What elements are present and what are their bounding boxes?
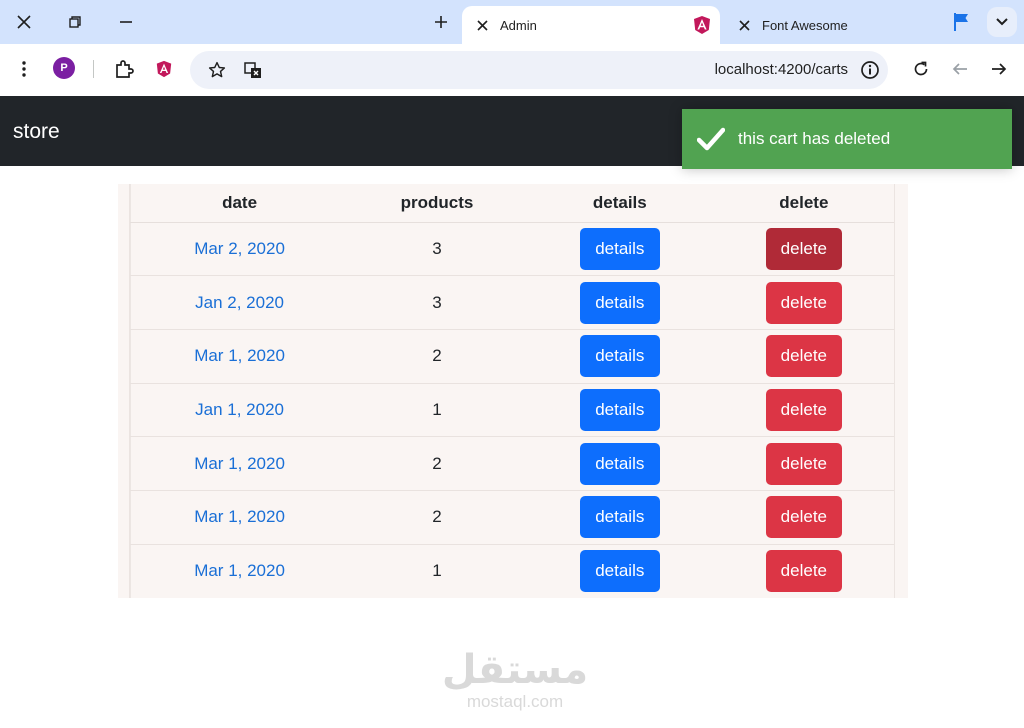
header-details: details	[525, 184, 714, 223]
delete-button[interactable]: delete	[765, 550, 842, 593]
details-button[interactable]: details	[579, 388, 660, 431]
window-restore-icon[interactable]	[61, 8, 89, 36]
window-close-icon[interactable]	[10, 8, 38, 36]
toolbar-divider	[93, 60, 94, 78]
table-right-border	[894, 184, 895, 598]
watermark-latin: mostaql.com	[466, 692, 564, 711]
mostaql-watermark: مستقل mostaql.com	[440, 648, 590, 712]
products-count-cell: 3	[348, 275, 526, 330]
more-vertical-icon[interactable]	[11, 56, 37, 82]
table-row: Mar 1, 2020 2 details delete	[130, 328, 895, 384]
date-cell: Mar 1, 2020	[130, 489, 349, 545]
angular-extension-icon[interactable]	[151, 56, 177, 82]
date-cell: Jan 1, 2020	[130, 382, 349, 437]
products-count-cell: 2	[348, 328, 526, 384]
table-row: Mar 1, 2020 2 details delete	[130, 489, 895, 545]
site-info-icon[interactable]	[860, 60, 880, 80]
products-count-cell: 3	[348, 221, 526, 276]
tab-title: Admin	[500, 17, 537, 33]
table-row: Jan 1, 2020 1 details delete	[130, 382, 895, 437]
details-cell: details	[525, 382, 714, 437]
details-button[interactable]: details	[579, 335, 660, 378]
products-count-cell: 2	[348, 489, 526, 545]
header-delete: delete	[713, 184, 895, 223]
watermark-arabic: مستقل	[441, 647, 589, 693]
date-cell: Mar 2, 2020	[130, 221, 349, 276]
products-count-cell: 1	[348, 543, 526, 598]
table-row: Mar 1, 2020 1 details delete	[130, 543, 895, 598]
details-button[interactable]: details	[579, 550, 660, 593]
delete-button[interactable]: delete	[765, 496, 842, 539]
table-row: Mar 2, 2020 3 details delete	[130, 221, 895, 276]
url-text: localhost:4200/carts	[714, 61, 848, 78]
back-arrow-icon[interactable]	[947, 56, 973, 82]
delete-button[interactable]: delete	[765, 281, 842, 324]
browser-tab-bar: Admin Font Awesome	[0, 0, 1024, 44]
details-cell: details	[525, 489, 714, 545]
products-count-cell: 1	[348, 382, 526, 437]
table-left-border	[129, 184, 130, 598]
translate-icon[interactable]	[240, 57, 266, 83]
details-cell: details	[525, 436, 714, 491]
delete-button[interactable]: delete	[765, 388, 842, 431]
chevron-down-icon	[996, 18, 1008, 26]
carts-table-container: date products details delete Mar 2, 2020…	[118, 184, 908, 598]
toast-message: this cart has deleted	[738, 129, 891, 148]
details-button[interactable]: details	[579, 496, 660, 539]
table-header-row: date products details delete	[130, 184, 895, 223]
date-cell: Mar 1, 2020	[130, 543, 349, 598]
delete-cell: delete	[713, 221, 895, 276]
bookmark-star-icon[interactable]	[204, 57, 230, 83]
window-minimize-icon[interactable]	[112, 8, 140, 36]
delete-button[interactable]: delete	[765, 227, 842, 270]
checkmark-icon	[697, 127, 725, 151]
tab-font-awesome[interactable]: Font Awesome	[724, 6, 944, 44]
date-cell: Mar 1, 2020	[130, 328, 349, 384]
delete-cell: delete	[713, 275, 895, 330]
delete-cell: delete	[713, 328, 895, 384]
details-cell: details	[525, 221, 714, 276]
profile-avatar[interactable]: P	[53, 57, 75, 79]
angular-icon	[694, 16, 710, 34]
table-row: Mar 1, 2020 2 details delete	[130, 436, 895, 491]
details-cell: details	[525, 275, 714, 330]
new-tab-icon[interactable]	[427, 8, 455, 36]
extensions-icon[interactable]	[111, 56, 137, 82]
details-button[interactable]: details	[579, 442, 660, 485]
tab-admin[interactable]: Admin	[462, 6, 720, 44]
delete-button[interactable]: delete	[765, 442, 842, 485]
address-bar[interactable]: localhost:4200/carts	[190, 51, 888, 89]
forward-arrow-icon[interactable]	[986, 56, 1012, 82]
flag-icon[interactable]	[950, 10, 974, 34]
table-row: Jan 2, 2020 3 details delete	[130, 275, 895, 330]
details-button[interactable]: details	[579, 227, 660, 270]
delete-button[interactable]: delete	[765, 335, 842, 378]
success-toast[interactable]: this cart has deleted	[682, 109, 1012, 169]
delete-cell: delete	[713, 543, 895, 598]
tab-close-icon[interactable]	[736, 17, 752, 33]
delete-cell: delete	[713, 382, 895, 437]
header-products: products	[348, 184, 526, 223]
brand-link[interactable]: store	[13, 120, 60, 144]
tab-title: Font Awesome	[762, 17, 848, 33]
date-cell: Jan 2, 2020	[130, 275, 349, 330]
header-date: date	[130, 184, 349, 223]
details-cell: details	[525, 328, 714, 384]
reload-icon[interactable]	[908, 56, 934, 82]
date-cell: Mar 1, 2020	[130, 436, 349, 491]
tab-close-icon[interactable]	[474, 17, 490, 33]
details-button[interactable]: details	[579, 281, 660, 324]
tab-search-menu-button[interactable]	[987, 7, 1017, 37]
details-cell: details	[525, 543, 714, 598]
products-count-cell: 2	[348, 436, 526, 491]
carts-table: date products details delete Mar 2, 2020…	[130, 184, 895, 598]
delete-cell: delete	[713, 489, 895, 545]
delete-cell: delete	[713, 436, 895, 491]
